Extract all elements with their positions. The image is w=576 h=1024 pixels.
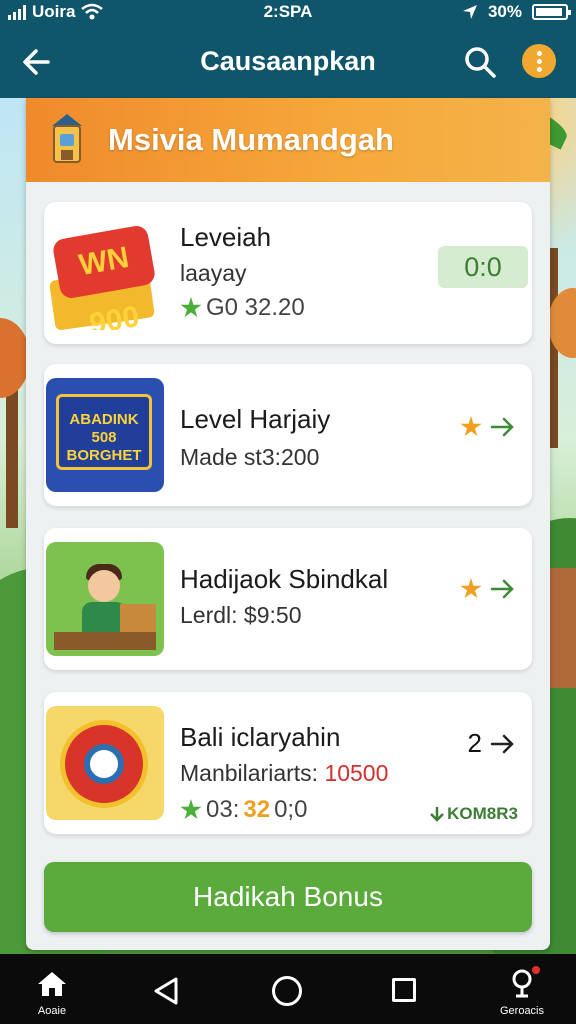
bonus-tag: KOM8R3 xyxy=(429,804,518,824)
subtitle-label: Manbilariarts: xyxy=(180,760,319,786)
offer-action[interactable] xyxy=(460,578,516,600)
location-pin-icon xyxy=(512,969,532,998)
offer-rating: G0 32.20 xyxy=(180,294,305,322)
nav-home-label: Aoaie xyxy=(37,1005,67,1017)
nav-locations[interactable]: Geroacis xyxy=(490,966,554,1017)
offer-name: Level Harjaiy xyxy=(180,404,331,434)
offer-count: 2 xyxy=(467,728,482,758)
app-bar: Causaanpkan xyxy=(0,26,576,98)
more-vert-icon[interactable] xyxy=(522,44,556,78)
nav-back-icon[interactable] xyxy=(152,976,180,1006)
arrow-right-icon[interactable] xyxy=(490,578,516,600)
offer-thumbnail: WN 900 xyxy=(46,216,164,330)
offer-subtitle: laayay xyxy=(180,260,247,286)
home-icon xyxy=(38,972,66,996)
nav-home-icon[interactable] xyxy=(272,976,302,1006)
offer-thumbnail: ABADINK 508 BORGHET xyxy=(46,378,164,492)
offer-card[interactable]: ABADINK 508 BORGHET Level Harjaiy Made s… xyxy=(44,364,532,506)
bonus-tag-text: KOM8R3 xyxy=(447,804,518,823)
notification-dot xyxy=(532,966,540,974)
thumb-text: ABADINK 508 BORGHET xyxy=(56,394,152,470)
star-icon xyxy=(460,578,482,599)
offer-action[interactable]: 2 xyxy=(468,728,516,759)
nav-recent-icon[interactable] xyxy=(392,978,416,1002)
offer-card[interactable]: WN 900 Leveiah laayay G0 32.20 0:0 xyxy=(44,202,532,344)
panel-header: Msivia Mumandgah xyxy=(26,98,550,182)
subtitle-value: 10500 xyxy=(324,760,389,786)
search-icon[interactable] xyxy=(460,42,500,82)
offer-name: Hadijaok Sbindkal xyxy=(180,564,389,594)
battery-icon xyxy=(532,4,571,20)
hut-icon xyxy=(548,568,576,688)
nav-home[interactable]: Aoaie xyxy=(30,970,74,1017)
arrow-down-icon xyxy=(430,807,445,822)
location-arrow-icon xyxy=(462,5,477,19)
rating-text: G0 32.20 xyxy=(206,294,305,321)
offer-name: Leveiah xyxy=(180,222,272,252)
status-bar: Uoira 2:SPA 30% xyxy=(0,0,576,26)
claim-bonus-button[interactable]: Hadikah Bonus xyxy=(44,862,532,932)
rating-suffix: 0;0 xyxy=(274,796,308,823)
arrow-right-icon[interactable] xyxy=(490,416,516,438)
nav-right-label: Geroacis xyxy=(499,1005,545,1017)
offer-action[interactable] xyxy=(460,416,516,438)
offer-subtitle: Made st3:200 xyxy=(180,444,320,470)
tower-logo-icon xyxy=(52,114,82,163)
panel-title: Msivia Mumandgah xyxy=(108,122,394,157)
offer-thumbnail xyxy=(46,542,164,656)
offer-card[interactable]: Hadijaok Sbindkal Lerdl: $9:50 xyxy=(44,528,532,670)
rating-prefix: 03: xyxy=(206,796,240,823)
arrow-right-icon[interactable] xyxy=(490,733,516,755)
offer-thumbnail xyxy=(46,706,164,820)
star-icon xyxy=(180,799,202,820)
offer-subtitle: Manbilariarts: 10500 xyxy=(180,760,388,787)
offer-name: Bali iclaryahin xyxy=(180,722,341,752)
system-nav-bar: Aoaie Geroacis xyxy=(0,954,576,1024)
offer-card[interactable]: Bali iclaryahin Manbilariarts: 10500 03:… xyxy=(44,692,532,834)
status-badge: 0:0 xyxy=(438,246,528,288)
battery-percent: 30% xyxy=(487,2,522,21)
star-icon xyxy=(460,416,482,437)
rating-highlight: 32 xyxy=(243,796,271,823)
offer-subtitle: Lerdl: $9:50 xyxy=(180,602,302,628)
star-icon xyxy=(180,297,202,318)
offer-rating: 03: 32 0;0 xyxy=(180,796,307,824)
status-right: 30% xyxy=(462,2,571,22)
